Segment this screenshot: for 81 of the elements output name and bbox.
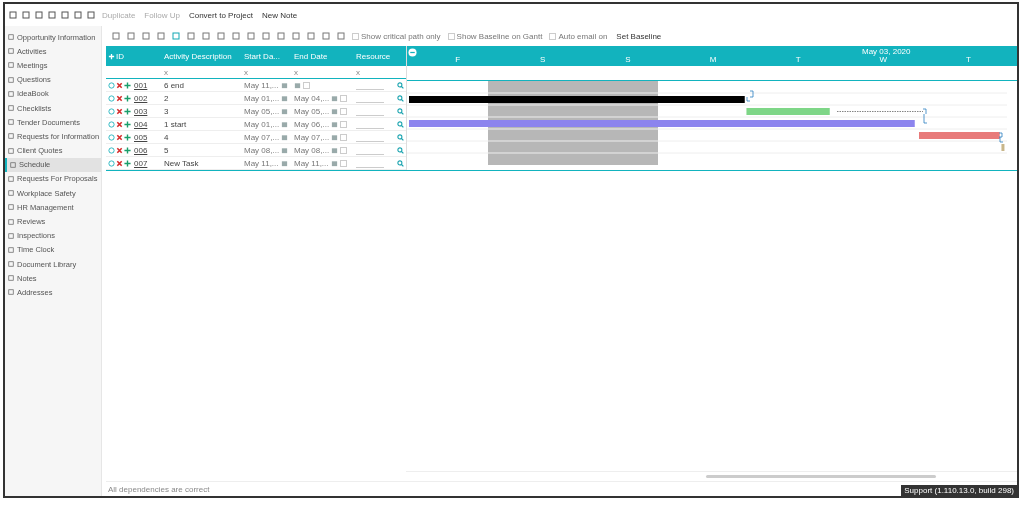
delete-icon[interactable] <box>116 133 123 141</box>
day-label: F <box>455 55 460 64</box>
activity-id-link[interactable]: 004 <box>134 119 148 129</box>
search-icon[interactable] <box>397 81 404 89</box>
activity-id-link[interactable]: 007 <box>134 158 148 168</box>
checkbox[interactable] <box>303 81 310 89</box>
checkbox[interactable] <box>340 120 348 128</box>
dependency-connector <box>746 90 754 101</box>
table-cell: 1 start <box>164 119 187 129</box>
table-cell: May 01,... <box>244 93 280 103</box>
version-badge: Support (1.110.13.0, build 298) <box>901 485 1017 496</box>
activity-id-link[interactable]: 005 <box>134 132 148 142</box>
search-icon[interactable] <box>397 159 404 167</box>
filter-clear[interactable]: x <box>244 67 248 77</box>
table-cell: May 04,... <box>294 93 330 103</box>
checkbox[interactable] <box>339 159 347 167</box>
day-label: T <box>795 55 801 64</box>
delete-icon[interactable] <box>116 107 123 115</box>
scrollbar-thumb[interactable] <box>706 475 936 478</box>
day-label: M <box>709 55 717 64</box>
week-label: May 03, 2020 <box>862 47 911 56</box>
filter-clear[interactable]: x <box>294 67 298 77</box>
add-row-icon[interactable] <box>108 52 115 60</box>
dependency-connector <box>998 132 1004 142</box>
delete-icon[interactable] <box>116 146 123 154</box>
delete-icon[interactable] <box>116 81 123 89</box>
table-cell: May 06,... <box>294 119 330 129</box>
delete-icon[interactable] <box>116 120 123 128</box>
search-icon[interactable] <box>397 94 404 102</box>
day-label: S <box>540 55 546 64</box>
table-cell: New Task <box>164 158 199 168</box>
task-bar[interactable] <box>409 95 745 103</box>
day-label: S <box>625 55 631 64</box>
table-cell: May 08,... <box>294 145 330 155</box>
add-icon[interactable] <box>124 94 131 102</box>
activity-id-link[interactable]: 002 <box>134 93 148 103</box>
toolbar-button[interactable]: New Note <box>259 10 300 20</box>
table-cell: May 08,... <box>244 145 280 155</box>
filter-clear[interactable]: x <box>164 67 168 77</box>
activity-id-link[interactable]: 001 <box>134 80 148 90</box>
add-icon[interactable] <box>124 159 131 167</box>
checkbox-option[interactable]: Show critical path only <box>352 31 441 41</box>
delete-icon[interactable] <box>116 159 123 167</box>
table-cell: May 01,... <box>244 119 280 129</box>
activity-id-link[interactable]: 006 <box>134 145 148 155</box>
table-cell: May 07,... <box>244 132 280 142</box>
checkbox-option[interactable]: Show Baseline on Gantt <box>447 31 543 41</box>
table-cell: 5 <box>164 145 169 155</box>
table-cell: 6 end <box>164 80 185 90</box>
checkbox[interactable] <box>340 94 348 102</box>
table-cell: May 05,... <box>244 106 280 116</box>
checkbox[interactable] <box>340 133 348 141</box>
filter-clear[interactable]: x <box>356 67 360 77</box>
table-cell: 3 <box>164 106 169 116</box>
search-icon[interactable] <box>397 107 404 115</box>
day-label: T <box>965 55 971 64</box>
checkbox[interactable] <box>340 146 348 154</box>
table-cell: May 11,... <box>244 158 279 168</box>
table-cell: May 05,... <box>294 106 330 116</box>
search-icon[interactable] <box>397 120 404 128</box>
search-icon[interactable] <box>397 133 404 141</box>
checkbox-option[interactable]: Auto email on <box>549 31 608 41</box>
add-icon[interactable] <box>124 133 131 141</box>
add-icon[interactable] <box>124 120 131 128</box>
table-cell: 2 <box>164 93 169 103</box>
table-cell: May 07,... <box>294 132 330 142</box>
set-baseline-button[interactable]: Set Baseline <box>614 31 664 41</box>
table-cell: 4 <box>164 132 169 142</box>
add-icon[interactable] <box>124 146 131 154</box>
checkbox[interactable] <box>340 107 348 115</box>
activity-id-link[interactable]: 003 <box>134 106 148 116</box>
search-icon[interactable] <box>397 146 404 154</box>
add-icon[interactable] <box>124 81 131 89</box>
collapse-icon[interactable] <box>408 48 417 57</box>
delete-icon[interactable] <box>116 94 123 102</box>
status-message: All dependencies are correct <box>108 484 210 494</box>
toolbar-button[interactable]: Convert to Project <box>186 10 255 20</box>
table-cell: May 11,... <box>294 158 329 168</box>
add-icon[interactable] <box>124 107 131 115</box>
table-cell: May 11,... <box>244 80 279 90</box>
day-label: W <box>879 55 888 64</box>
